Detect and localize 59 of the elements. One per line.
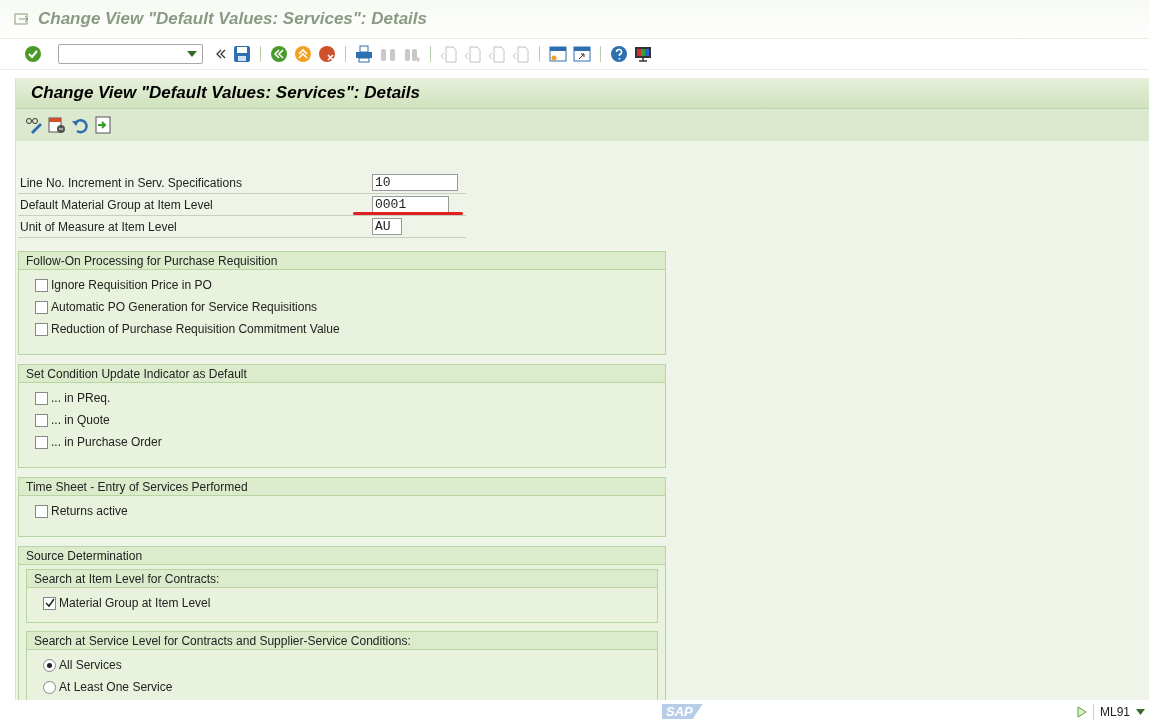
group-title: Time Sheet - Entry of Services Performed [26,479,248,494]
new-window-icon[interactable] [549,45,567,63]
caret-icon[interactable] [1136,708,1145,715]
command-field[interactable] [58,44,203,64]
checkbox[interactable] [35,322,48,336]
option-label: ... in Purchase Order [51,435,162,449]
option-label: Returns active [51,504,128,518]
transaction-code: ML91 [1099,704,1130,719]
print-icon[interactable] [355,45,373,63]
glasses-pencil-icon[interactable] [25,116,43,134]
help-icon[interactable] [610,45,628,63]
option-label: All Services [59,658,122,672]
checkbox[interactable] [35,413,48,427]
field-label: Unit of Measure at Item Level [20,219,178,234]
option-label: Material Group at Item Level [59,596,211,610]
page-icon[interactable] [512,45,530,63]
checkbox[interactable] [43,596,56,610]
page-icon[interactable] [464,45,482,63]
group-title: Source Determination [26,548,143,563]
check-icon[interactable] [24,45,42,63]
option-label: Automatic PO Generation for Service Requisitions [51,300,318,314]
field-label: Line No. Increment in Serv. Specifications [20,175,243,190]
delete-row-icon[interactable] [48,116,66,134]
checkbox[interactable] [35,391,48,405]
group-title: Search at Item Level for Contracts: [34,571,220,586]
undo-icon[interactable] [71,116,89,134]
save-icon[interactable] [233,45,251,63]
page-icon[interactable] [488,45,506,63]
screen-title: Change View "Default Values: Services": Details [31,83,420,103]
option-label: Reduction of Purchase Requisition Commitment Value [51,322,340,336]
shortcut-icon[interactable] [573,45,591,63]
field-label: Default Material Group at Item Level [20,197,214,212]
back-icon[interactable] [270,45,288,63]
option-label: ... in PReq. [51,391,111,405]
input-field[interactable]: AU [372,218,402,235]
page-icon[interactable] [440,45,458,63]
group-title: Search at Service Level for Contracts and Supplier-Service Conditions: [34,633,411,648]
monitor-icon[interactable] [634,45,652,63]
menu-icon[interactable] [14,12,30,26]
cancel-icon[interactable] [318,45,336,63]
double-chevron-icon[interactable] [215,48,227,60]
option-label: At Least One Service [59,680,173,694]
radio-button[interactable] [43,680,56,694]
checkbox[interactable] [35,435,48,449]
window-title: Change View "Default Values: Services": Details [38,9,427,29]
play-icon[interactable] [1076,705,1087,718]
dropdown-caret-icon[interactable] [187,51,197,57]
checkbox[interactable] [35,504,48,518]
checkbox[interactable] [35,278,48,292]
option-label: Ignore Requisition Price in PO [51,278,212,292]
logo: SAP [662,704,703,719]
exit-icon[interactable] [294,45,312,63]
checkbox[interactable] [35,300,48,314]
group-title: Set Condition Update Indicator as Default [26,366,247,381]
group-title: Follow-On Processing for Purchase Requisition [26,253,278,268]
option-label: ... in Quote [51,413,110,427]
import-icon[interactable] [94,116,112,134]
radio-button[interactable] [43,658,56,672]
input-field[interactable]: 10 [372,174,458,191]
